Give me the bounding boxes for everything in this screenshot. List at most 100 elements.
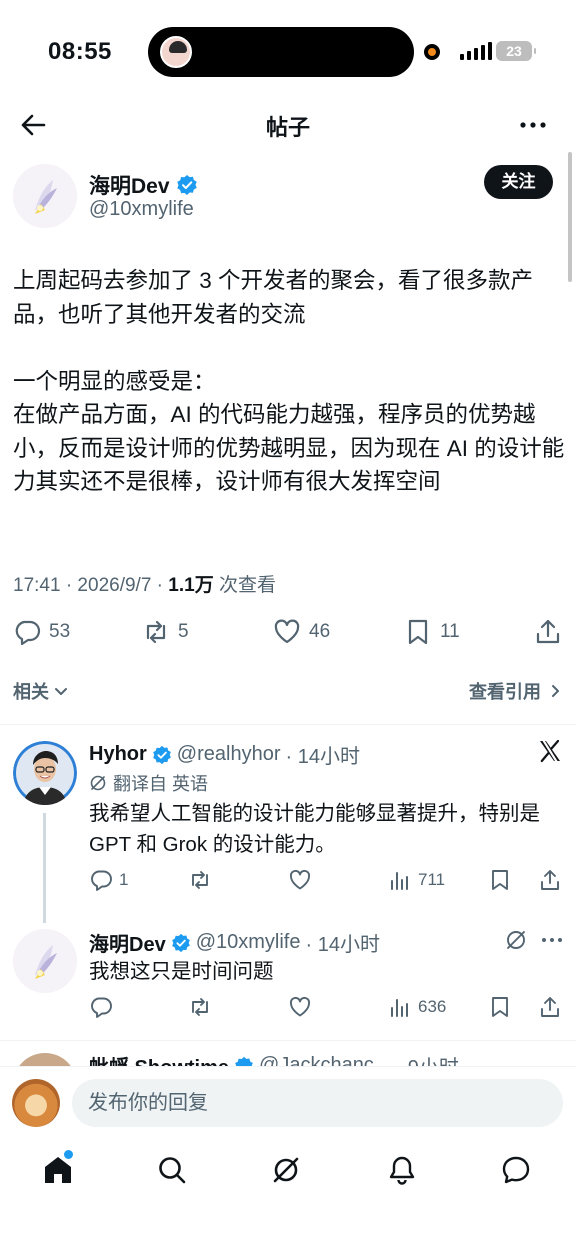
repost-count: 5 [178, 621, 189, 642]
author-handle[interactable]: @10xmylife [89, 198, 194, 221]
x-logo-icon [537, 738, 563, 764]
bookmark-button[interactable] [488, 995, 512, 1019]
repost-button[interactable]: 5 [142, 618, 189, 646]
top-nav: 帖子 [0, 100, 576, 148]
translation-label: 翻译自 英语 [113, 774, 209, 794]
heart-icon [289, 996, 311, 1017]
bookmark-count: 11 [440, 621, 460, 642]
repost-button[interactable] [188, 868, 212, 892]
views-chart-icon [391, 872, 408, 890]
share-button[interactable] [538, 995, 562, 1019]
thread-line [43, 813, 46, 923]
reply-button[interactable]: 53 [13, 618, 70, 646]
share-button[interactable] [534, 618, 562, 646]
reply-author-handle[interactable]: @10xmylife [196, 931, 301, 954]
grok-icon[interactable] [504, 928, 528, 952]
reply-input[interactable]: 发布你的回复 [72, 1079, 563, 1127]
views-count: 711 [418, 870, 446, 889]
status-bar: 08:55 23 [0, 0, 576, 100]
tab-search[interactable] [156, 1154, 192, 1190]
author-name[interactable]: 海明Dev [89, 170, 198, 200]
reply-author-name[interactable]: Hyhor [89, 743, 147, 766]
heart-icon [274, 619, 300, 644]
related-label: 相关 [13, 682, 49, 702]
reply-author-handle[interactable]: @Jackchanc... [259, 1054, 390, 1066]
reply-header: Hyhor @realhyhor · 14小时 [89, 740, 360, 769]
author-avatar[interactable] [13, 164, 77, 228]
reply-count: 1 [119, 870, 129, 889]
dynamic-island[interactable] [148, 27, 414, 77]
bookmark-icon [492, 870, 508, 890]
bottom-tab-bar [0, 1142, 576, 1252]
verified-badge-icon [176, 174, 198, 196]
status-time: 08:55 [48, 38, 112, 65]
repost-button[interactable] [188, 995, 212, 1019]
reply-time: · 14小时 [305, 934, 380, 956]
island-avatar [160, 36, 192, 68]
user-avatar[interactable] [12, 1079, 60, 1127]
more-icon[interactable] [518, 110, 548, 140]
verified-badge-icon [171, 933, 190, 952]
bookmark-icon [408, 619, 428, 645]
chevron-down-icon [55, 688, 67, 695]
view-quotes-label: 查看引用 [469, 682, 541, 702]
reply-avatar[interactable] [13, 741, 77, 805]
divider [0, 724, 576, 725]
recording-indicator-icon [424, 44, 440, 60]
related-row: 相关 查看引用 [13, 678, 563, 704]
follow-button[interactable]: 关注 [484, 165, 553, 199]
verified-badge-icon [152, 745, 171, 764]
tab-home[interactable] [42, 1154, 78, 1190]
page-title: 帖子 [265, 115, 310, 140]
reply-icon [91, 870, 112, 891]
scrollbar[interactable] [568, 152, 572, 282]
grok-icon [90, 775, 106, 791]
messages-icon [502, 1156, 530, 1184]
reply-time: · 9小时 [395, 1051, 458, 1066]
views-chart-icon [391, 999, 408, 1017]
reply-author-handle[interactable]: @realhyhor [177, 743, 281, 766]
post-action-bar: 53 5 46 11 [0, 612, 576, 656]
post-views-count: 1.1万 [168, 575, 214, 596]
reply-count: 53 [49, 621, 71, 642]
reply-header: 蚍蜉 Showtime @Jackchanc... · 9小时 [89, 1051, 459, 1066]
reply-header: 海明Dev @10xmylife · 14小时 [89, 928, 380, 957]
bookmark-button[interactable] [488, 868, 512, 892]
post-meta: 17:41 · 2026/9/7 · 1.1万 次查看 [13, 570, 276, 597]
post-views-label: 次查看 [213, 575, 276, 596]
reply-action-bar: 1 711 [89, 868, 559, 898]
reply-time: · 14小时 [285, 746, 360, 768]
translation-note[interactable]: 翻译自 英语 [89, 770, 208, 796]
bookmark-button[interactable]: 11 [404, 618, 460, 646]
views-button[interactable]: 711 [388, 868, 445, 892]
view-quotes-link[interactable]: 查看引用 [469, 678, 563, 704]
tab-notifications[interactable] [386, 1154, 422, 1190]
share-button[interactable] [538, 868, 562, 892]
author-name-text[interactable]: 海明Dev [89, 170, 170, 200]
related-dropdown[interactable]: 相关 [13, 678, 69, 704]
heart-icon [289, 869, 311, 890]
reply-item-partial[interactable]: 蚍蜉 Showtime @Jackchanc... · 9小时 [0, 1041, 576, 1066]
reply-text: 我希望人工智能的设计能力能够显著提升，特别是 GPT 和 Grok 的设计能力。 [89, 802, 540, 856]
reply-author-name[interactable]: 蚍蜉 Showtime [89, 1051, 229, 1066]
more-icon[interactable] [540, 928, 564, 952]
post-timestamp: 17:41 · 2026/9/7 · [13, 575, 169, 596]
like-button[interactable] [288, 995, 312, 1019]
reply-author-name[interactable]: 海明Dev [89, 928, 166, 957]
reply-button[interactable]: 1 [89, 868, 128, 892]
tab-messages[interactable] [500, 1154, 536, 1190]
reply-avatar[interactable] [13, 929, 77, 993]
bell-icon [389, 1156, 415, 1185]
share-icon [541, 870, 559, 890]
repost-icon [192, 998, 208, 1016]
reply-avatar[interactable] [13, 1053, 77, 1066]
search-icon [159, 1157, 186, 1184]
tab-grok[interactable] [270, 1154, 306, 1190]
views-button[interactable]: 636 [388, 995, 446, 1019]
share-icon [536, 619, 560, 644]
like-button[interactable] [288, 868, 312, 892]
reply-button[interactable] [89, 995, 113, 1019]
like-button[interactable]: 46 [273, 618, 330, 646]
reply-text: 我想这只是时间问题 [89, 960, 274, 983]
share-icon [541, 997, 559, 1017]
